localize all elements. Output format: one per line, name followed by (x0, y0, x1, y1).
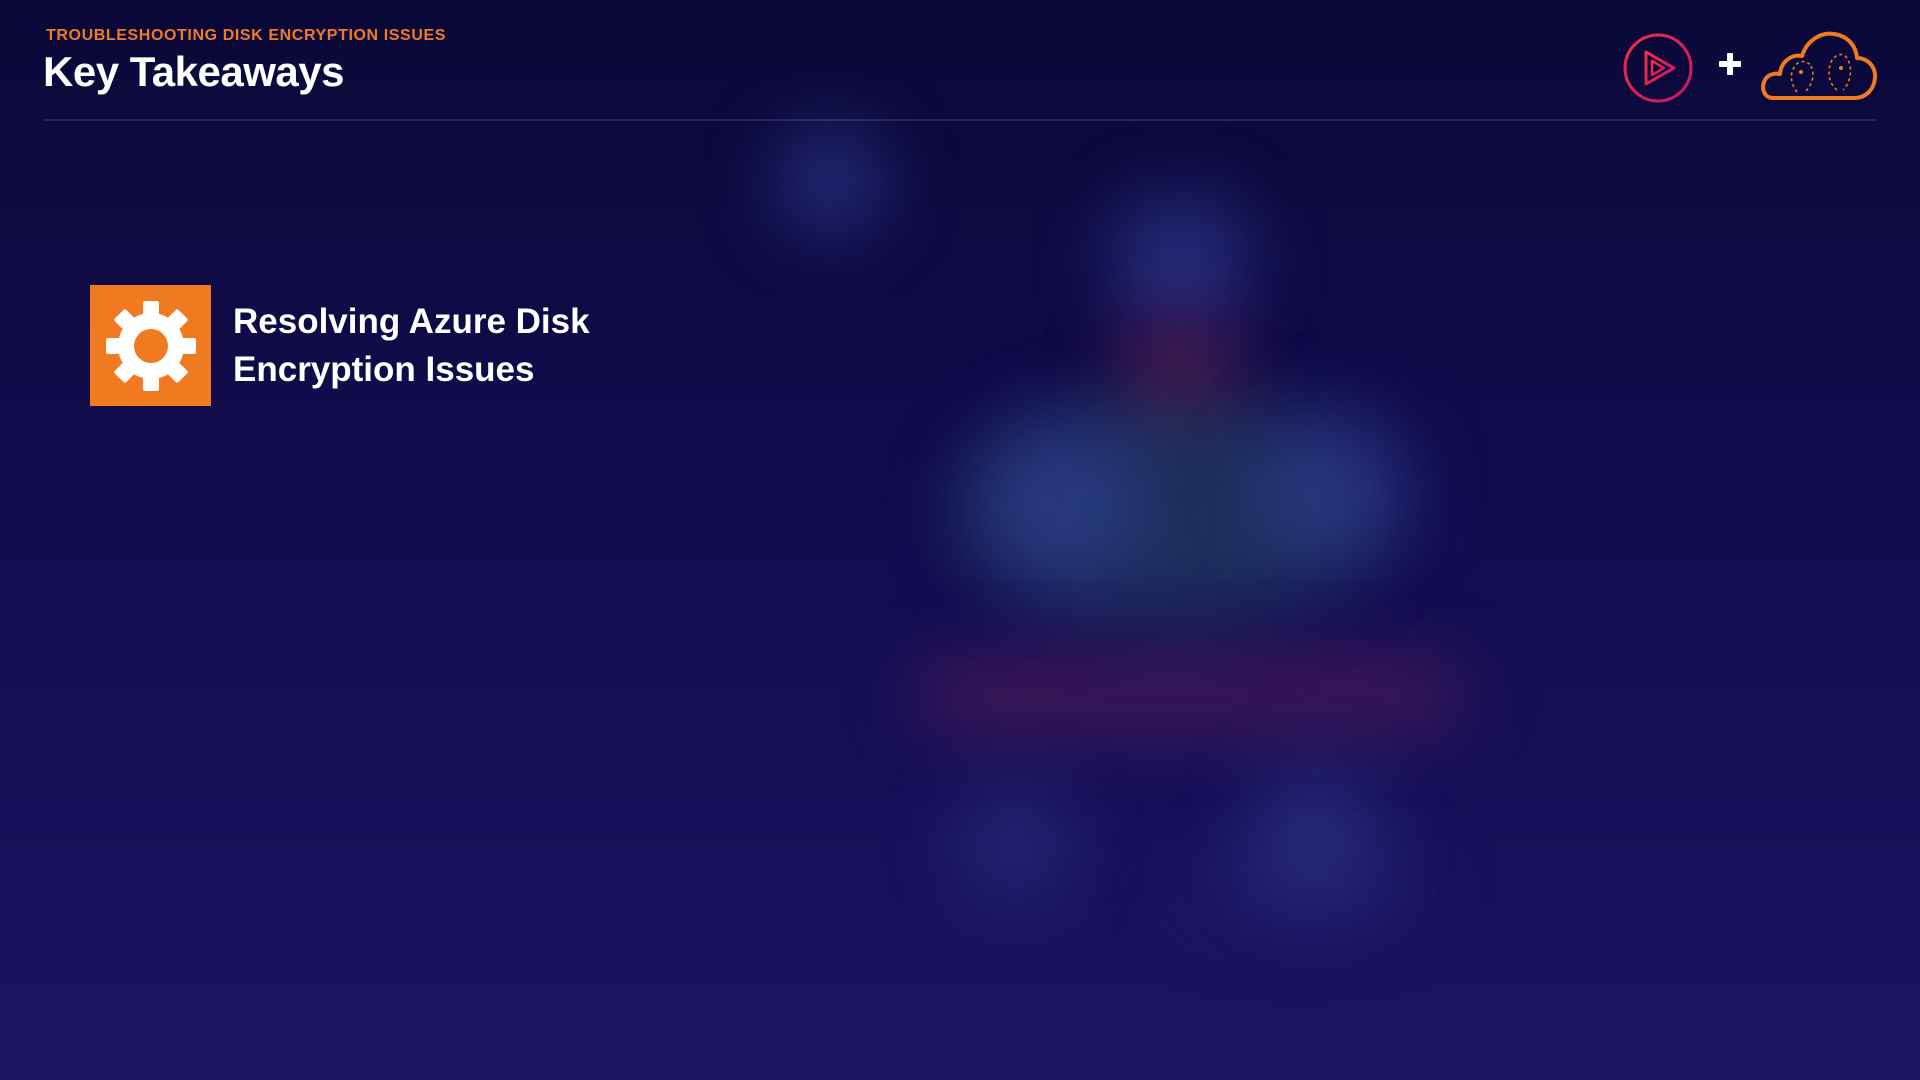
cloud-brain-logo-icon (1761, 31, 1878, 100)
slide: TROUBLESHOOTING DISK ENCRYPTION ISSUES K… (0, 0, 1920, 1080)
plus-icon (1719, 53, 1741, 75)
play-logo-icon (1623, 33, 1693, 103)
takeaway-item: Resolving Azure Disk Encryption Issues (90, 285, 653, 406)
header-divider (43, 119, 1877, 121)
gear-icon (105, 300, 196, 391)
brand-logos (1622, 28, 1878, 104)
section-eyebrow: TROUBLESHOOTING DISK ENCRYPTION ISSUES (46, 27, 447, 44)
page-title: Key Takeaways (43, 48, 344, 95)
takeaway-text: Resolving Azure Disk Encryption Issues (233, 301, 590, 389)
takeaway-icon-tile (90, 285, 211, 406)
